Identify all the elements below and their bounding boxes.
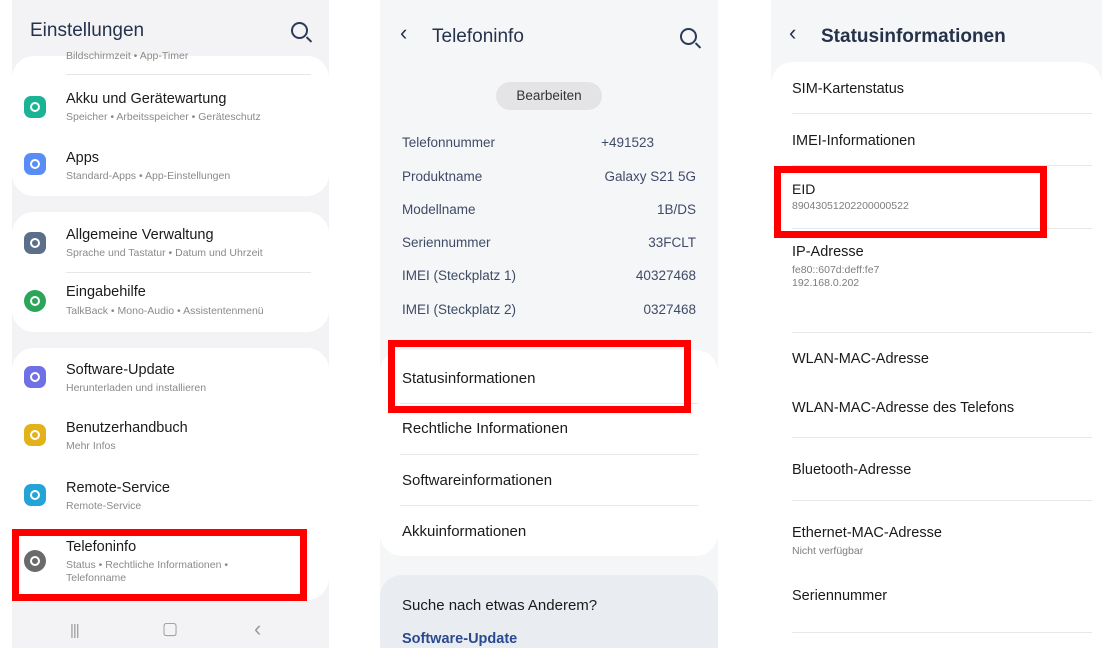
ethernet-mac-value: Nicht verfügbar — [792, 545, 864, 557]
page-title: Telefoninfo — [432, 26, 524, 47]
info-value: +491523 — [601, 135, 654, 150]
general-management-icon — [24, 232, 46, 254]
row-serial-number: Seriennummer — [792, 588, 888, 604]
menu-item-legal-information[interactable]: Rechtliche Informationen — [402, 420, 568, 437]
back-button[interactable]: ‹ — [789, 20, 796, 46]
info-label: IMEI (Steckplatz 2) — [402, 302, 517, 317]
settings-item-title: Allgemeine Verwaltung — [66, 227, 214, 243]
settings-item-title: Eingabehilfe — [66, 284, 146, 300]
settings-screen: Einstellungen Bildschirmzeit • App-Timer… — [12, 0, 329, 648]
suggestion-link-software-update[interactable]: Software-Update — [402, 631, 517, 647]
info-label: Telefonnummer — [402, 135, 496, 150]
row-sim-card-status[interactable]: SIM-Kartenstatus — [792, 81, 904, 97]
edit-button[interactable]: Bearbeiten — [496, 82, 602, 110]
settings-item-subtitle: Herunterladen und installieren — [66, 382, 207, 394]
status-info-card: SIM-Kartenstatus IMEI-Informationen EID … — [771, 62, 1102, 648]
settings-item-battery[interactable]: Akku und Gerätewartung Speicher • Arbeit… — [12, 78, 329, 133]
settings-item-title: Apps — [66, 150, 100, 166]
settings-item-subtitle: Sprache und Tastatur • Datum und Uhrzeit — [66, 247, 263, 259]
remote-service-icon — [24, 484, 46, 506]
settings-item-subtitle: Standard-Apps • App-Einstellungen — [66, 170, 231, 182]
back-button[interactable]: ‹ — [400, 20, 407, 46]
divider — [400, 454, 698, 455]
highlight-box-phone-info — [12, 529, 307, 601]
settings-item-software-update[interactable]: Software-Update Herunterladen und instal… — [12, 348, 329, 406]
settings-item-title: Software-Update — [66, 362, 175, 378]
row-wlan-mac-address-phone: WLAN-MAC-Adresse des Telefons — [792, 400, 1015, 416]
search-icon[interactable] — [680, 28, 697, 45]
divider — [400, 505, 698, 506]
divider — [792, 113, 1092, 114]
info-label: Modellname — [402, 202, 476, 217]
info-label: IMEI (Steckplatz 1) — [402, 268, 517, 283]
recent-apps-button[interactable]: ||| — [70, 622, 80, 639]
settings-item-general-management[interactable]: Allgemeine Verwaltung Sprache und Tastat… — [12, 212, 329, 272]
divider — [792, 332, 1092, 333]
page-title: Einstellungen — [30, 20, 145, 41]
search-icon[interactable] — [291, 22, 308, 39]
info-value: 40327468 — [635, 268, 696, 283]
settings-card-1: Bildschirmzeit • App-Timer Akku und Gerä… — [12, 50, 329, 196]
ip-address-value: fe80::607d:deff:fe7 — [792, 264, 880, 276]
phone-info-screen: ‹ Telefoninfo Bearbeiten Telefonnummer +… — [380, 0, 718, 648]
highlight-box-status-information — [388, 340, 691, 413]
divider — [792, 500, 1092, 501]
settings-item-user-manual[interactable]: Benutzerhandbuch Mehr Infos — [12, 406, 329, 466]
software-update-icon — [24, 366, 46, 388]
settings-item-remote-service[interactable]: Remote-Service Remote-Service — [12, 466, 329, 524]
home-button[interactable]: ▢ — [162, 619, 178, 639]
row-imei-information[interactable]: IMEI-Informationen — [792, 133, 915, 149]
settings-item-subtitle: TalkBack • Mono-Audio • Assistentenmenü — [66, 305, 264, 317]
settings-item-subtitle: Speicher • Arbeitsspeicher • Geräteschut… — [66, 111, 261, 123]
divider — [792, 632, 1092, 633]
info-value: 1B/DS — [656, 202, 696, 217]
settings-item-subtitle: Mehr Infos — [66, 440, 116, 452]
settings-item-apps[interactable]: Apps Standard-Apps • App-Einstellungen — [12, 136, 329, 191]
row-wlan-mac-address: WLAN-MAC-Adresse — [792, 351, 929, 367]
user-manual-icon — [24, 424, 46, 446]
settings-item-accessibility[interactable]: Eingabehilfe TalkBack • Mono-Audio • Ass… — [12, 272, 329, 332]
row-bluetooth-address: Bluetooth-Adresse — [792, 462, 912, 478]
page-title: Statusinformationen — [821, 26, 1006, 47]
info-label: Seriennummer — [402, 235, 491, 250]
settings-item-subtitle: Remote-Service — [66, 500, 142, 512]
settings-card-2: Allgemeine Verwaltung Sprache und Tastat… — [12, 212, 329, 332]
row-ethernet-mac-address: Ethernet-MAC-Adresse — [792, 525, 942, 541]
settings-item-title: Benutzerhandbuch — [66, 420, 188, 436]
divider — [66, 74, 311, 75]
divider — [792, 437, 1092, 438]
battery-care-icon — [24, 96, 46, 118]
info-value: Galaxy S21 5G — [604, 169, 696, 184]
settings-item-title: Akku und Gerätewartung — [66, 91, 227, 107]
menu-item-battery-information[interactable]: Akkuinformationen — [402, 523, 526, 540]
menu-item-software-information[interactable]: Softwareinformationen — [402, 472, 552, 489]
suggestion-card: Suche nach etwas Anderem? Software-Updat… — [380, 575, 718, 648]
apps-icon — [24, 153, 46, 175]
info-value: 33FCLT — [648, 235, 696, 250]
row-ip-address: IP-Adresse — [792, 244, 864, 260]
back-button[interactable]: ‹ — [254, 616, 261, 642]
ip-address-value-line2: 192.168.0.202 — [792, 277, 860, 289]
highlight-box-eid — [774, 166, 1047, 238]
settings-item-title: Remote-Service — [66, 480, 170, 496]
info-label: Produktname — [402, 169, 483, 184]
accessibility-icon — [24, 290, 46, 312]
clipped-subtitle: Bildschirmzeit • App-Timer — [66, 50, 189, 62]
suggestion-title: Suche nach etwas Anderem? — [402, 597, 598, 614]
info-value: 0327468 — [643, 302, 696, 317]
status-information-screen: ‹ Statusinformationen SIM-Kartenstatus I… — [771, 0, 1102, 648]
